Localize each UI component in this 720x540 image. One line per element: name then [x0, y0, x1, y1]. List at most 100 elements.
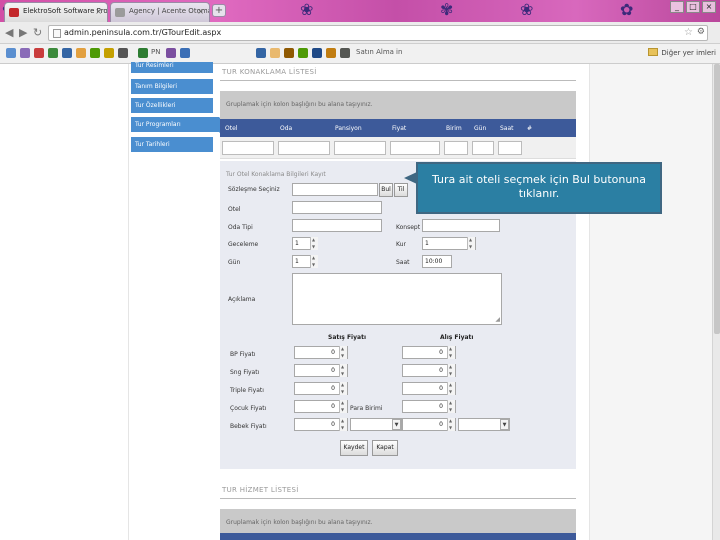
- sidebar-item-label: Tur Resimleri: [135, 62, 174, 69]
- konsept-input[interactable]: [422, 219, 500, 232]
- column-header-birim[interactable]: Birim: [446, 125, 462, 132]
- bookmark-icon[interactable]: [20, 48, 30, 58]
- butterfly-decoration-icon: ✿: [620, 0, 634, 19]
- close-window-button[interactable]: ×: [702, 1, 716, 13]
- minimize-button[interactable]: _: [670, 1, 684, 13]
- sidebar-item-tanim-bilgileri[interactable]: Tanım Bilgileri: [131, 79, 213, 95]
- sozlesme-input[interactable]: [292, 183, 378, 196]
- filter-input-birim[interactable]: [444, 141, 468, 155]
- bookmark-icon[interactable]: [90, 48, 100, 58]
- cocuk-alis-spin[interactable]: [447, 400, 455, 413]
- bookmark-icon[interactable]: [62, 48, 72, 58]
- sng-alis-spin[interactable]: [447, 364, 455, 377]
- vertical-scrollbar[interactable]: [712, 64, 720, 540]
- callout-text: Tura ait oteli seçmek için Bul butonuna …: [431, 173, 647, 200]
- sidebar-item-tur-tarihleri[interactable]: Tur Tarihleri: [131, 137, 213, 153]
- bebek-alis-spin[interactable]: [447, 418, 455, 431]
- triple-satis-spin[interactable]: [339, 382, 347, 395]
- bookmark-icon[interactable]: [270, 48, 280, 58]
- sidebar-item-tur-programlari[interactable]: Tur Programları: [131, 117, 227, 133]
- bookmark-icon[interactable]: [138, 48, 148, 58]
- sidebar-item-tur-resimleri[interactable]: Tur Resimleri: [131, 62, 213, 74]
- cocuk-satis-spin[interactable]: [339, 400, 347, 413]
- otel-input[interactable]: [292, 201, 382, 214]
- group-by-panel[interactable]: Gruplamak için kolon başlığını bu alana …: [220, 91, 576, 119]
- mail-bookmark-icon[interactable]: [34, 48, 44, 58]
- gun-spin-buttons[interactable]: [310, 255, 318, 268]
- bp-alis-spin[interactable]: [447, 346, 455, 359]
- kaydet-button[interactable]: Kaydet: [340, 440, 368, 456]
- geceleme-spin-buttons[interactable]: [310, 237, 318, 250]
- scrollbar-thumb[interactable]: [714, 64, 720, 334]
- group-hint-text: Gruplamak için kolon başlığını bu alana …: [226, 101, 373, 108]
- kur-spin-buttons[interactable]: [467, 237, 475, 250]
- sng-satis-value: 0: [331, 367, 335, 374]
- filter-input-pansiyon[interactable]: [334, 141, 386, 155]
- bp-alis-value: 0: [439, 349, 443, 356]
- browser-tab-elektrosoft[interactable]: ElektroSoft Software Prosta ×: [4, 2, 108, 22]
- bookmark-icon[interactable]: [6, 48, 16, 58]
- bookmark-label[interactable]: Satın Alma: [356, 48, 394, 56]
- section-title-konaklama: TUR KONAKLAMA LİSTESİ: [222, 68, 317, 76]
- group-hint-text: Gruplamak için kolon başlığını bu alana …: [226, 519, 373, 526]
- column-header-pansiyon[interactable]: Pansiyon: [335, 125, 362, 132]
- bookmark-label[interactable]: in: [396, 48, 402, 56]
- filter-input-oda[interactable]: [278, 141, 330, 155]
- close-tab-icon[interactable]: ×: [197, 7, 204, 16]
- bookmark-icon[interactable]: [76, 48, 86, 58]
- bookmark-icon[interactable]: [312, 48, 322, 58]
- cocuk-fiyati-label: Çocuk Fiyatı: [230, 405, 267, 412]
- bookmark-icon[interactable]: [118, 48, 128, 58]
- other-bookmarks-folder[interactable]: Diğer yer imleri: [648, 48, 716, 57]
- bebek-satis-spin[interactable]: [339, 418, 347, 431]
- bookmark-icon[interactable]: [298, 48, 308, 58]
- saat-label: Saat: [396, 259, 410, 266]
- new-tab-button[interactable]: +: [212, 4, 226, 17]
- bp-satis-spin[interactable]: [339, 346, 347, 359]
- chevron-down-icon[interactable]: ▼: [500, 419, 509, 430]
- triple-satis-value: 0: [331, 385, 335, 392]
- sng-satis-spin[interactable]: [339, 364, 347, 377]
- oda-tipi-input[interactable]: [292, 219, 382, 232]
- back-arrow-icon[interactable]: ◀: [5, 26, 13, 40]
- sidebar-item-tur-ozellikleri[interactable]: Tur Özellikleri: [131, 98, 213, 114]
- bookmark-icon[interactable]: [166, 48, 176, 58]
- forward-arrow-icon[interactable]: ▶: [19, 26, 27, 40]
- bookmark-icon[interactable]: [48, 48, 58, 58]
- section-divider: [220, 80, 576, 81]
- column-header-otel[interactable]: Otel: [225, 125, 237, 132]
- resize-grip-icon[interactable]: ◢: [495, 317, 500, 323]
- address-bar[interactable]: admin.peninsula.com.tr/GTourEdit.aspx ☆ …: [48, 25, 708, 41]
- aciklama-textarea[interactable]: ◢: [292, 273, 502, 325]
- temizle-button[interactable]: Til: [394, 183, 408, 197]
- bookmark-icon[interactable]: [104, 48, 114, 58]
- bookmark-label[interactable]: PN: [151, 48, 160, 56]
- maximize-button[interactable]: □: [686, 1, 700, 13]
- close-tab-icon[interactable]: ×: [95, 7, 102, 16]
- reload-icon[interactable]: ↻: [33, 26, 42, 40]
- filter-input-saat[interactable]: [498, 141, 522, 155]
- saat-input[interactable]: 10:00: [422, 255, 452, 268]
- filter-input-gun[interactable]: [472, 141, 494, 155]
- column-header-saat[interactable]: Saat: [500, 125, 514, 132]
- kapat-button[interactable]: Kapat: [372, 440, 398, 456]
- bookmark-icon[interactable]: [340, 48, 350, 58]
- bul-button[interactable]: Bul: [379, 183, 393, 197]
- bookmark-icon[interactable]: [326, 48, 336, 58]
- column-header-fiyat[interactable]: Fiyat: [392, 125, 406, 132]
- triple-alis-spin[interactable]: [447, 382, 455, 395]
- filter-input-otel[interactable]: [222, 141, 274, 155]
- chevron-down-icon[interactable]: ▼: [392, 419, 401, 430]
- column-header-oda[interactable]: Oda: [280, 125, 292, 132]
- browser-tab-agency[interactable]: Agency | Acente Otomasyonu ×: [110, 2, 210, 22]
- wrench-menu-icon[interactable]: ⚙: [697, 27, 705, 37]
- grid-header-row-hizmet: [220, 533, 576, 540]
- filter-input-fiyat[interactable]: [390, 141, 440, 155]
- bookmark-icon[interactable]: [256, 48, 266, 58]
- bookmark-icon[interactable]: [284, 48, 294, 58]
- bookmark-icon[interactable]: [180, 48, 190, 58]
- bookmark-star-icon[interactable]: ☆: [684, 27, 693, 38]
- kur-label: Kur: [396, 241, 406, 248]
- otel-label: Otel: [228, 206, 241, 213]
- column-header-gun[interactable]: Gün: [474, 125, 486, 132]
